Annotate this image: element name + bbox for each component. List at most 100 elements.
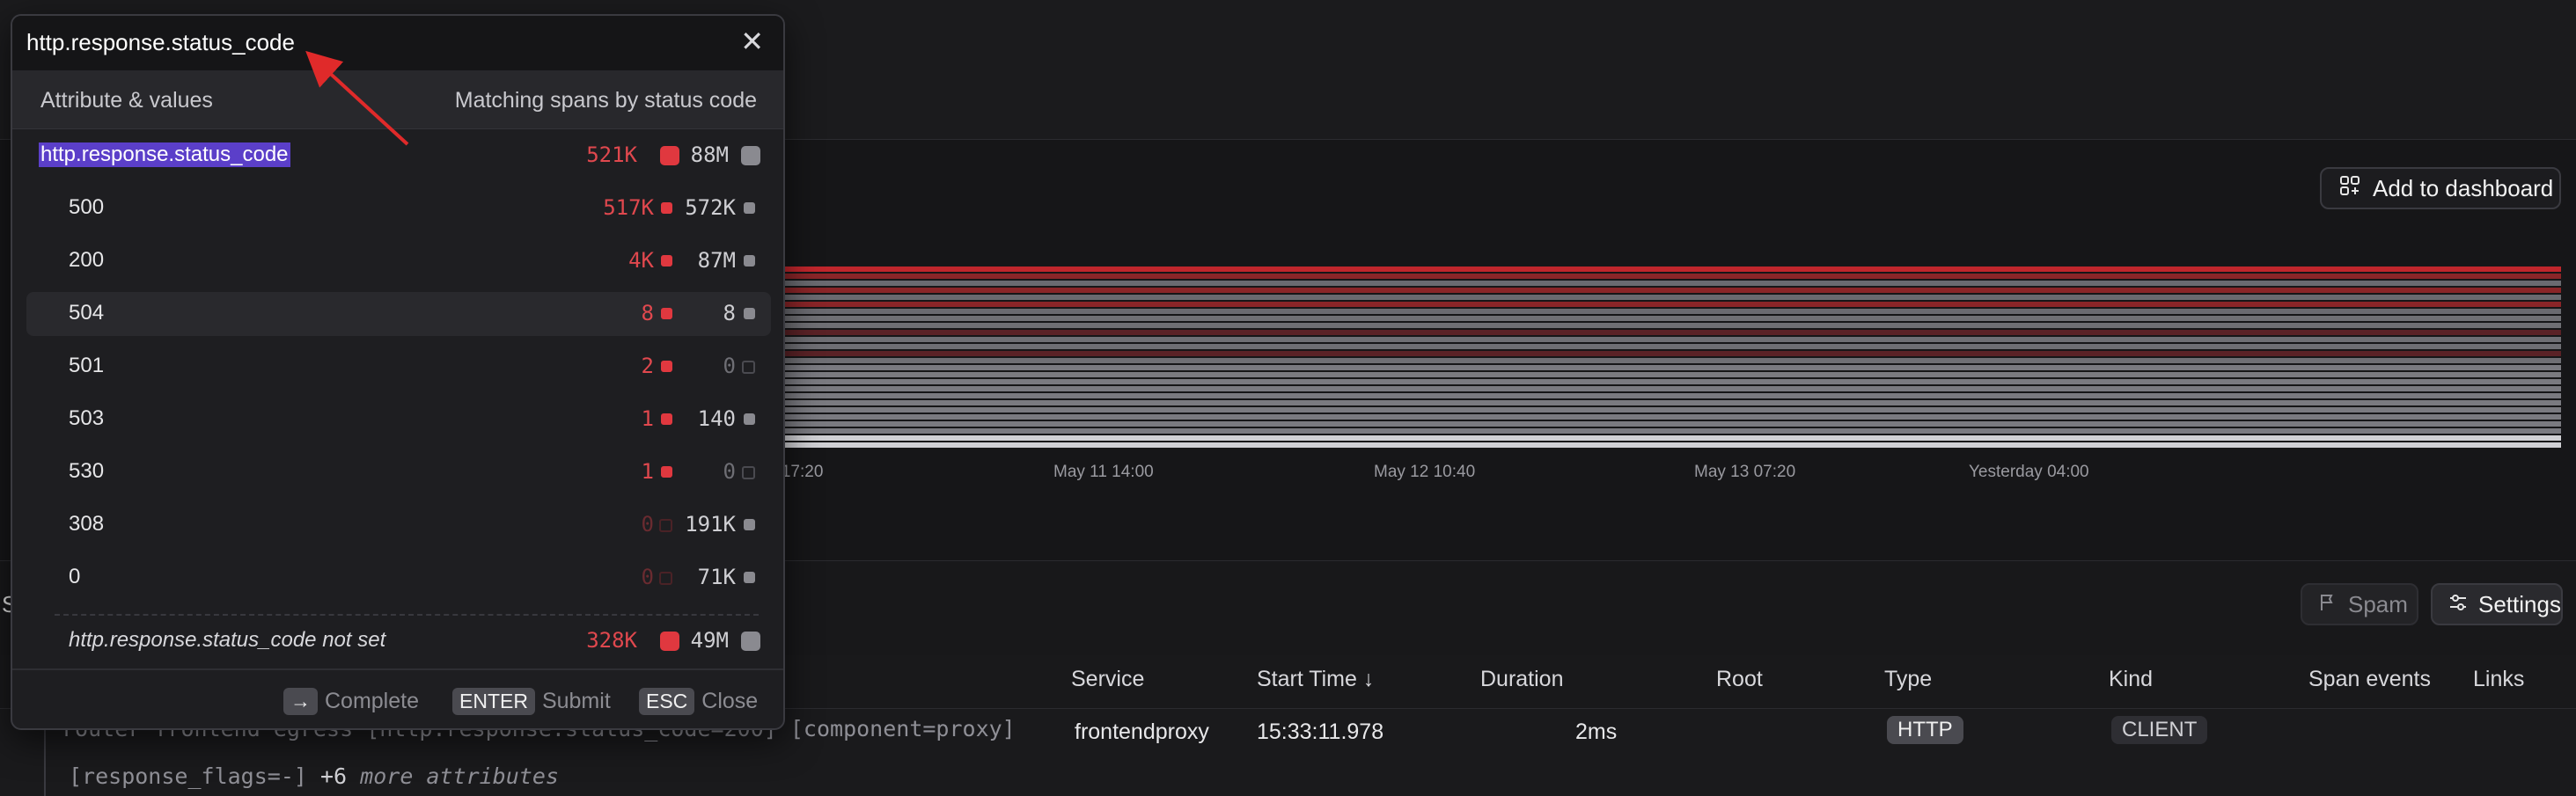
heatmap-row <box>783 302 2561 307</box>
value-row[interactable]: 308 0 191K <box>26 503 771 547</box>
total-swatch <box>744 519 755 530</box>
cell-duration: 2ms <box>1575 719 1618 744</box>
error-count: 517K <box>603 195 654 220</box>
attribute-breakdown-popup: http.response.status_code ✕ Attribute & … <box>11 14 785 730</box>
value-label: 530 <box>69 459 105 483</box>
column-header-root[interactable]: Root <box>1716 667 1763 692</box>
total-swatch <box>744 308 755 319</box>
spam-button[interactable]: Spam <box>2301 583 2418 625</box>
value-label: 0 <box>69 565 81 588</box>
total-count: 191K <box>685 512 736 537</box>
value-row[interactable]: 530 1 0 <box>26 450 771 494</box>
error-swatch <box>661 308 672 319</box>
span-attribute: [component=proxy] <box>789 716 1016 741</box>
error-legend-swatch <box>660 632 679 651</box>
popup-column-header: Attribute & values Matching spans by sta… <box>12 70 783 129</box>
complete-label: Complete <box>325 689 419 713</box>
total-count: 87M <box>697 248 736 273</box>
close-icon[interactable]: ✕ <box>740 25 764 58</box>
type-badge: HTTP <box>1887 716 1963 744</box>
column-header-start-time[interactable]: Start Time ↓ <box>1257 667 1374 692</box>
column-header-links[interactable]: Links <box>2473 667 2524 692</box>
value-label: 503 <box>69 406 105 430</box>
total-count: 0 <box>723 459 736 484</box>
popup-title-input[interactable]: http.response.status_code <box>26 29 295 56</box>
value-row[interactable]: 504 8 8 <box>26 292 771 336</box>
value-label: 501 <box>69 354 105 377</box>
add-to-dashboard-button[interactable]: Add to dashboard <box>2320 167 2561 209</box>
error-count: 2 <box>641 354 654 378</box>
heatmap-row <box>783 344 2561 349</box>
attribute-label: http.response.status_code <box>39 142 290 167</box>
sliders-icon <box>2448 591 2468 618</box>
total-legend-swatch <box>741 146 760 165</box>
heatmap-row <box>783 428 2561 434</box>
spam-label: Spam <box>2348 590 2408 617</box>
cell-start-time: 15:33:11.978 <box>1257 719 1384 744</box>
total-count: 88M <box>690 142 729 167</box>
value-row[interactable]: 503 1 140 <box>26 398 771 442</box>
heatmap-row <box>783 330 2561 335</box>
matching-spans-header: Matching spans by status code <box>454 88 757 113</box>
close-hint[interactable]: ESC Close <box>639 688 758 715</box>
error-count: 1 <box>641 406 654 431</box>
value-row[interactable]: 200 4K 87M <box>26 239 771 283</box>
error-swatch <box>661 466 672 478</box>
total-swatch <box>744 202 755 214</box>
x-axis-tick: May 11 14:00 <box>1053 463 1154 481</box>
value-row[interactable]: 500 517K 572K <box>26 186 771 230</box>
heatmap-row <box>783 358 2561 363</box>
attribute-row[interactable]: http.response.status_code 521K 88M <box>26 134 771 178</box>
complete-hint[interactable]: → Complete <box>283 688 419 715</box>
column-header-span-events[interactable]: Span events <box>2308 667 2431 692</box>
esc-key: ESC <box>639 688 695 715</box>
enter-key: ENTER <box>452 688 535 715</box>
submit-hint[interactable]: ENTER Submit <box>452 688 611 715</box>
error-swatch <box>661 202 672 214</box>
total-swatch <box>744 413 755 425</box>
error-count: 0 <box>641 512 654 537</box>
span-attributes-line: [response_flags=-] +6 more attributes <box>69 763 559 789</box>
heatmap-row <box>783 281 2561 286</box>
heatmap-row <box>783 274 2561 279</box>
more-attributes-label[interactable]: more attributes <box>360 763 559 789</box>
not-set-row[interactable]: http.response.status_code not set 328K 4… <box>26 619 771 663</box>
heatmap-row <box>783 386 2561 391</box>
x-axis-tick: May 12 10:40 <box>1374 463 1476 481</box>
not-set-label: http.response.status_code not set <box>69 628 386 652</box>
heatmap-row <box>783 400 2561 405</box>
total-legend-swatch <box>741 632 760 651</box>
column-header-kind[interactable]: Kind <box>2109 667 2153 692</box>
column-header-service[interactable]: Service <box>1071 667 1144 692</box>
settings-button[interactable]: Settings <box>2431 583 2563 625</box>
error-count: 8 <box>641 301 654 325</box>
x-axis-tick: Yesterday 04:00 <box>1969 463 2089 481</box>
heatmap-row <box>783 393 2561 398</box>
column-header-type[interactable]: Type <box>1884 667 1932 692</box>
error-swatch <box>659 519 672 532</box>
value-row[interactable]: 501 2 0 <box>26 345 771 389</box>
error-swatch <box>661 413 672 425</box>
total-count: 0 <box>723 354 736 378</box>
total-swatch <box>742 361 755 374</box>
heatmap-row <box>783 372 2561 377</box>
span-attribute: [response_flags=-] <box>69 763 307 789</box>
total-count: 140 <box>697 406 736 431</box>
more-attributes-count[interactable]: +6 <box>320 763 347 789</box>
heatmap-row <box>783 379 2561 384</box>
total-swatch <box>744 572 755 583</box>
column-header-duration[interactable]: Duration <box>1480 667 1564 692</box>
flag-icon <box>2318 591 2337 618</box>
heatmap-row <box>783 316 2561 321</box>
total-count: 572K <box>685 195 736 220</box>
heatmap-row <box>783 323 2561 328</box>
arrow-right-key: → <box>283 688 318 715</box>
value-row[interactable]: 0 0 71K <box>26 556 771 600</box>
attribute-values-header: Attribute & values <box>40 88 213 113</box>
heatmap-row <box>783 442 2561 448</box>
add-to-dashboard-label: Add to dashboard <box>2373 174 2554 201</box>
popup-footer: → Complete ENTER Submit ESC Close <box>12 668 783 728</box>
heatmap-row <box>783 295 2561 300</box>
error-swatch <box>661 255 672 267</box>
error-count: 521K <box>586 142 637 167</box>
